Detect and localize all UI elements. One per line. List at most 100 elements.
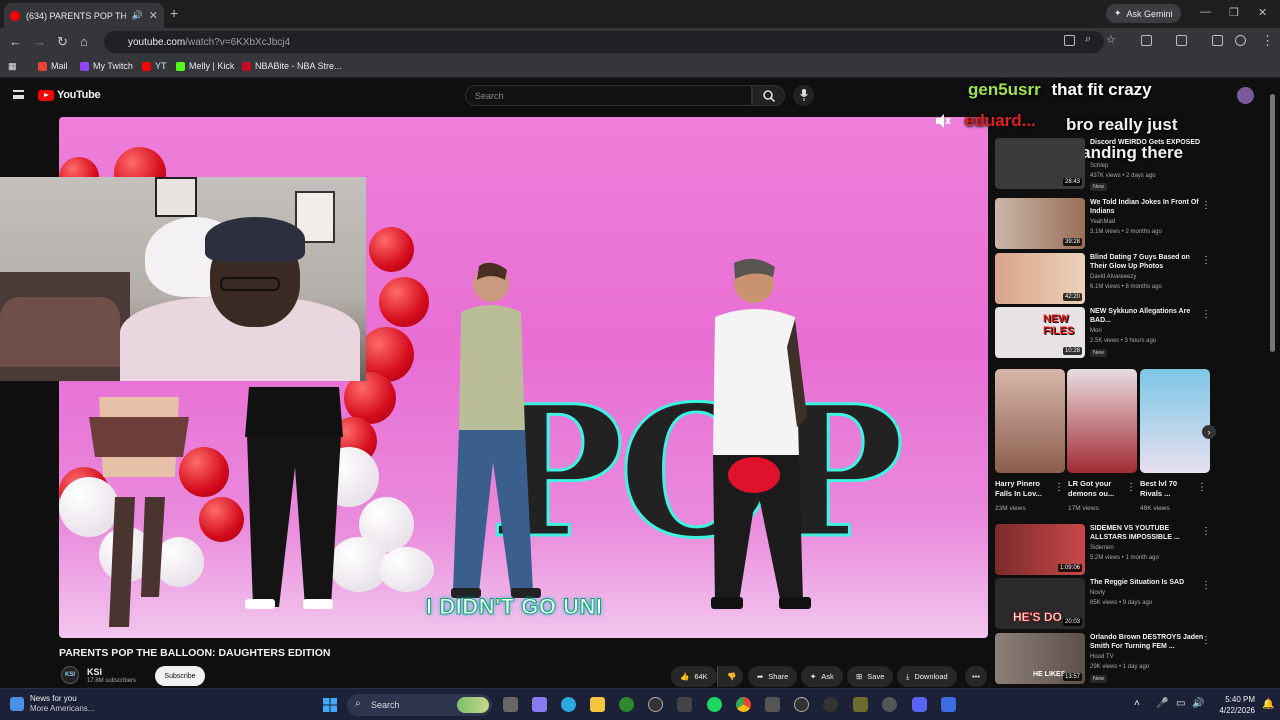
short-title[interactable]: Harry Pinero Falls In Lov...	[995, 479, 1053, 499]
more-options-icon[interactable]: ⋮	[1054, 482, 1064, 493]
media-player-icon[interactable]	[794, 697, 809, 712]
extensions-icon[interactable]	[1141, 35, 1152, 46]
more-options-icon[interactable]: ⋮	[1201, 255, 1211, 266]
settings-gear-icon[interactable]	[882, 697, 897, 712]
recommendation-title[interactable]: SIDEMEN VS YOUTUBE ALLSTARS IMPOSSIBLE .…	[1090, 524, 1205, 542]
save-button[interactable]: ⊞ Save	[847, 666, 894, 687]
recommendation-channel[interactable]: David Alvareeezy	[1090, 274, 1136, 280]
more-actions-button[interactable]: •••	[965, 666, 987, 687]
short-title[interactable]: LR Got your demons ou...	[1068, 479, 1126, 499]
bookmark-star-icon[interactable]: ☆	[1106, 33, 1116, 46]
menu-kebab-icon[interactable]: ⋮	[1261, 33, 1274, 49]
system-clock[interactable]: 5:40 PM 4/22/2026	[1207, 694, 1255, 716]
recommendation-title[interactable]: The Reggie Situation Is SAD	[1090, 578, 1205, 587]
discord-icon[interactable]	[912, 697, 927, 712]
close-tab-icon[interactable]: ✕	[149, 9, 158, 22]
notification-bell-icon[interactable]: 🔔	[1262, 699, 1274, 710]
copilot-icon[interactable]	[532, 697, 547, 712]
account-avatar[interactable]	[1237, 87, 1254, 104]
volume-icon[interactable]: 🔊	[1192, 698, 1204, 709]
video-thumbnail[interactable]: HE'S DO 20:03	[995, 578, 1085, 629]
obs-icon[interactable]	[648, 697, 663, 712]
photos-icon[interactable]	[853, 697, 868, 712]
back-icon[interactable]: ←	[9, 34, 22, 49]
new-tab-button[interactable]: +	[170, 5, 178, 21]
media-icon[interactable]	[1212, 35, 1223, 46]
store-icon[interactable]	[677, 697, 692, 712]
page-scrollbar[interactable]	[1270, 94, 1275, 352]
recommendation-channel[interactable]: Schlep	[1090, 163, 1108, 169]
recommendation-title[interactable]: Orlando Brown DESTROYS Jaden Smith For T…	[1090, 633, 1205, 651]
recommendation-channel[interactable]: Sidemen	[1090, 545, 1114, 551]
capture-icon[interactable]	[823, 697, 838, 712]
microphone-icon[interactable]: 🎤	[1156, 698, 1168, 709]
more-options-icon[interactable]: ⋮	[1197, 482, 1207, 493]
share-button[interactable]: ➦ Share	[748, 666, 798, 687]
home-icon[interactable]: ⌂	[80, 34, 88, 49]
more-options-icon[interactable]: ⋮	[1201, 309, 1211, 320]
video-thumbnail[interactable]: 42:20	[995, 253, 1085, 304]
zoom-icon[interactable]: ⌕	[1085, 33, 1091, 46]
cast-icon[interactable]	[1064, 35, 1075, 46]
apps-grid-icon[interactable]: ▦	[8, 61, 17, 72]
app-icon[interactable]	[765, 697, 780, 712]
taskbar-search[interactable]: ⌕ Search	[347, 694, 492, 716]
bookmark-kick[interactable]: Melly | Kick	[176, 61, 234, 71]
more-options-icon[interactable]: ⋮	[1201, 200, 1211, 211]
ask-gemini-button[interactable]: ✦ Ask Gemini	[1106, 4, 1181, 23]
youtube-logo[interactable]: YouTube	[38, 89, 101, 101]
spotify-icon[interactable]	[707, 697, 722, 712]
recommendation-title[interactable]: We Told Indian Jokes In Front Of Indians	[1090, 198, 1205, 216]
video-thumbnail[interactable]: 39:28	[995, 198, 1085, 249]
forward-icon[interactable]: →	[33, 34, 46, 49]
video-thumbnail[interactable]: 28:43	[995, 138, 1085, 189]
recommendation-channel[interactable]: YeahMad	[1090, 219, 1115, 225]
video-thumbnail[interactable]: 1:09:06	[995, 524, 1085, 575]
task-view-icon[interactable]	[503, 697, 518, 712]
minimize-icon[interactable]: —	[1200, 6, 1211, 18]
more-options-icon[interactable]: ⋮	[1201, 526, 1211, 537]
news-widget[interactable]: News for you More Americans...	[10, 694, 94, 715]
short-thumbnail[interactable]	[1140, 369, 1210, 473]
bookmark-mail[interactable]: Mail	[38, 61, 68, 71]
recommendation-channel[interactable]: Novly	[1090, 590, 1105, 596]
audio-icon[interactable]: 🔊	[132, 10, 143, 21]
chrome-icon[interactable]	[736, 697, 751, 712]
recommendation-channel[interactable]: Mori	[1090, 328, 1102, 334]
menu-icon[interactable]	[13, 90, 24, 99]
voice-search-button[interactable]	[793, 85, 814, 106]
subscribe-button[interactable]: Subscribe	[155, 666, 205, 686]
xbox-icon[interactable]	[619, 697, 634, 712]
more-options-icon[interactable]: ⋮	[1126, 482, 1136, 493]
profile-icon[interactable]	[1235, 35, 1246, 46]
reload-icon[interactable]: ↻	[57, 34, 68, 50]
channel-avatar[interactable]: KSI	[61, 666, 79, 684]
short-title[interactable]: Best lvl 70 Rivals ...	[1140, 479, 1198, 499]
short-thumbnail[interactable]	[1067, 369, 1137, 473]
windows-start-icon[interactable]	[323, 698, 337, 712]
bookmark-yt[interactable]: YT	[142, 61, 167, 71]
video-thumbnail[interactable]: NEW FILES 10:28	[995, 307, 1085, 358]
edge-icon[interactable]	[561, 697, 576, 712]
address-bar[interactable]: youtube.com/watch?v=6KXbXcJbcj4	[104, 31, 1104, 53]
dislike-button[interactable]: 👎	[717, 666, 743, 687]
short-thumbnail[interactable]	[995, 369, 1065, 473]
ask-button[interactable]: ✦ Ask	[801, 666, 843, 687]
recommendation-title[interactable]: NEW Sykkuno Allegations Are BAD...	[1090, 307, 1205, 325]
channel-name[interactable]: KSI	[87, 667, 102, 677]
recommendation-title[interactable]: Discord WEIRDO Gets EXPOSED	[1090, 138, 1205, 147]
more-options-icon[interactable]: ⋮	[1201, 635, 1211, 646]
search-button[interactable]	[752, 85, 785, 106]
search-input[interactable]: Search	[465, 85, 752, 106]
video-thumbnail[interactable]: HE LIKES 13:57	[995, 633, 1085, 684]
app-icon[interactable]	[941, 697, 956, 712]
sidebar-icon[interactable]	[1176, 35, 1187, 46]
bookmark-nbabite[interactable]: NBABite - NBA Stre...	[242, 61, 342, 71]
browser-tab[interactable]: (634) PARENTS POP THE BA 🔊 ✕	[4, 3, 164, 28]
restore-icon[interactable]: ❐	[1229, 6, 1239, 19]
file-explorer-icon[interactable]	[590, 697, 605, 712]
network-icon[interactable]: ▭	[1176, 698, 1185, 709]
download-button[interactable]: ⤓ Download	[897, 666, 957, 687]
shorts-next-arrow-icon[interactable]: ›	[1202, 425, 1216, 439]
close-window-icon[interactable]: ✕	[1258, 6, 1267, 19]
